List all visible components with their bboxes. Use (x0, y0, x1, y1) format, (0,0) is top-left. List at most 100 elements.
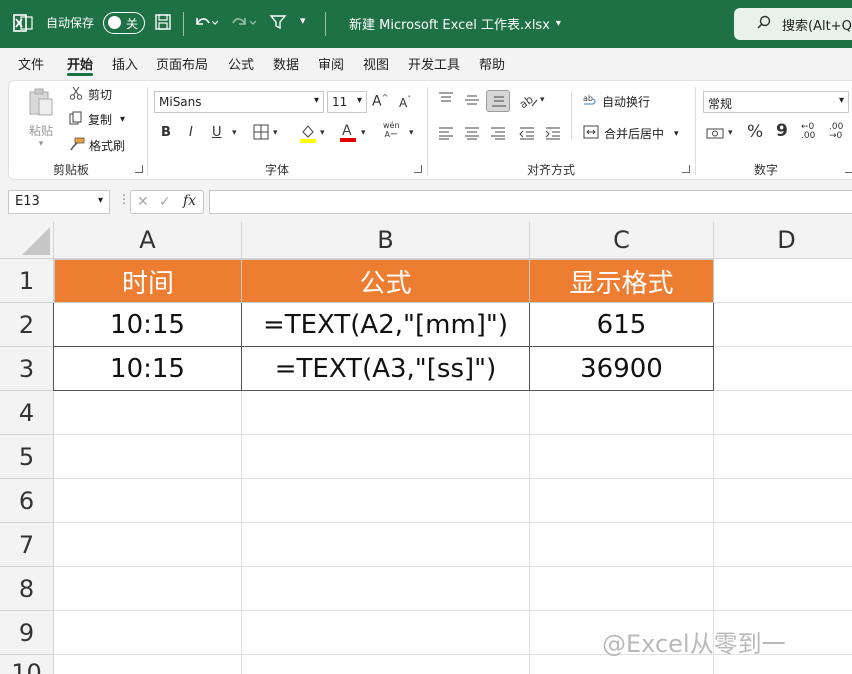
empty-cell[interactable] (714, 391, 852, 435)
cell-a1[interactable]: 时间 (54, 259, 242, 303)
decrease-font-size-icon[interactable]: Aˇ (399, 95, 411, 110)
tab-page-layout[interactable]: 页面布局 (156, 54, 208, 73)
cell-a3[interactable]: 10:15 (53, 347, 242, 391)
excel-app-icon[interactable] (12, 12, 34, 34)
font-size-combo[interactable]: 11 ▾ (327, 91, 367, 113)
chevron-down-icon[interactable]: ▾ (540, 95, 545, 105)
align-right-icon[interactable] (490, 126, 506, 144)
empty-cell[interactable] (54, 391, 242, 435)
empty-cell[interactable] (714, 479, 852, 523)
cell-d1[interactable] (714, 259, 852, 303)
empty-cell[interactable] (242, 567, 530, 611)
align-center-icon[interactable] (464, 126, 480, 144)
increase-font-size-icon[interactable]: A^ (372, 93, 388, 110)
align-top-icon[interactable] (438, 92, 454, 110)
enter-icon[interactable]: ✓ (159, 194, 171, 210)
chevron-down-icon[interactable]: ▾ (361, 128, 366, 138)
decrease-decimal-icon[interactable]: .00 →0 (829, 123, 843, 141)
borders-icon[interactable] (253, 124, 269, 144)
empty-cell[interactable] (530, 523, 714, 567)
phonetic-guide-icon[interactable]: wén Aー (383, 121, 400, 139)
merge-center-button[interactable]: 合并后居中 ▾ (583, 125, 679, 142)
save-icon[interactable] (154, 13, 172, 31)
align-bottom-icon[interactable] (486, 90, 510, 112)
column-header-d[interactable]: D (714, 222, 852, 259)
tab-help[interactable]: 帮助 (479, 54, 505, 73)
chevron-down-icon[interactable]: ▾ (320, 128, 325, 138)
cell-c2[interactable]: 615 (530, 303, 714, 347)
tab-developer[interactable]: 开发工具 (408, 54, 460, 73)
cell-d2[interactable] (714, 303, 852, 347)
undo-icon[interactable] (192, 12, 218, 32)
empty-cell[interactable] (530, 391, 714, 435)
empty-cell[interactable] (54, 611, 242, 655)
chevron-down-icon[interactable]: ▾ (728, 128, 733, 138)
cut-button[interactable]: 剪切 (69, 86, 112, 103)
empty-cell[interactable] (530, 479, 714, 523)
font-launcher-icon[interactable] (414, 165, 422, 173)
cell-c3[interactable]: 36900 (530, 347, 714, 391)
empty-cell[interactable] (242, 435, 530, 479)
cell-c1[interactable]: 显示格式 (529, 259, 714, 303)
empty-cell[interactable] (242, 611, 530, 655)
tab-file[interactable]: 文件 (18, 54, 44, 73)
decrease-indent-icon[interactable] (519, 126, 535, 144)
row-header-2[interactable]: 2 (0, 303, 54, 347)
formula-input[interactable] (209, 190, 852, 214)
clipboard-launcher-icon[interactable] (135, 165, 143, 173)
bold-icon[interactable]: B (161, 125, 171, 140)
accounting-format-icon[interactable] (706, 126, 724, 144)
format-painter-button[interactable]: 格式刷 (69, 137, 125, 154)
row-header-5[interactable]: 5 (0, 435, 54, 479)
column-header-c[interactable]: C (530, 222, 714, 259)
comma-style-icon[interactable]: 9 (776, 121, 788, 141)
italic-icon[interactable]: I (189, 125, 193, 140)
paste-button[interactable]: 粘贴 ▾ (27, 87, 55, 149)
empty-cell[interactable] (54, 655, 242, 674)
chevron-down-icon[interactable]: ▾ (273, 128, 278, 138)
increase-decimal-icon[interactable]: ←0.00 (801, 123, 815, 141)
font-name-combo[interactable]: MiSans ▾ (154, 91, 324, 113)
empty-cell[interactable] (242, 479, 530, 523)
tab-formulas[interactable]: 公式 (228, 54, 254, 73)
increase-indent-icon[interactable] (545, 126, 561, 144)
search-box[interactable]: 搜索(Alt+Q (734, 8, 852, 40)
name-box[interactable]: E13 ▾ (8, 190, 110, 214)
customize-qat-icon[interactable]: ▾ (300, 14, 306, 27)
cell-d3[interactable] (714, 347, 852, 391)
empty-cell[interactable] (54, 523, 242, 567)
drag-handle-icon[interactable]: ⋮ (118, 192, 130, 206)
chevron-down-icon[interactable]: ▾ (232, 128, 237, 138)
empty-cell[interactable] (242, 655, 530, 674)
number-format-combo[interactable]: 常规 ▾ (703, 91, 849, 113)
filter-icon[interactable] (269, 13, 287, 31)
select-all-button[interactable] (0, 222, 54, 259)
align-middle-icon[interactable] (464, 93, 480, 111)
tab-view[interactable]: 视图 (363, 54, 389, 73)
tab-review[interactable]: 审阅 (318, 54, 344, 73)
underline-icon[interactable]: U (212, 125, 222, 140)
redo-icon[interactable] (230, 12, 256, 32)
row-header-3[interactable]: 3 (0, 347, 54, 391)
empty-cell[interactable] (714, 435, 852, 479)
number-launcher-icon[interactable] (845, 165, 852, 173)
row-header-10[interactable]: 10 (0, 655, 54, 674)
autosave-toggle[interactable]: 关 (103, 12, 145, 34)
row-header-9[interactable]: 9 (0, 611, 54, 655)
copy-button[interactable]: 复制 ▾ (69, 111, 125, 128)
tab-data[interactable]: 数据 (273, 54, 299, 73)
tab-insert[interactable]: 插入 (112, 54, 138, 73)
row-header-7[interactable]: 7 (0, 523, 54, 567)
cell-b2[interactable]: =TEXT(A2,"[mm]") (242, 303, 530, 347)
row-header-6[interactable]: 6 (0, 479, 54, 523)
orientation-icon[interactable]: ab (517, 91, 539, 113)
empty-cell[interactable] (242, 523, 530, 567)
empty-cell[interactable] (714, 523, 852, 567)
cancel-icon[interactable]: ✕ (137, 194, 149, 210)
column-header-b[interactable]: B (242, 222, 530, 259)
alignment-launcher-icon[interactable] (682, 165, 690, 173)
empty-cell[interactable] (54, 435, 242, 479)
empty-cell[interactable] (54, 567, 242, 611)
percent-style-icon[interactable]: % (747, 122, 763, 142)
font-color-icon[interactable]: A (339, 121, 357, 147)
